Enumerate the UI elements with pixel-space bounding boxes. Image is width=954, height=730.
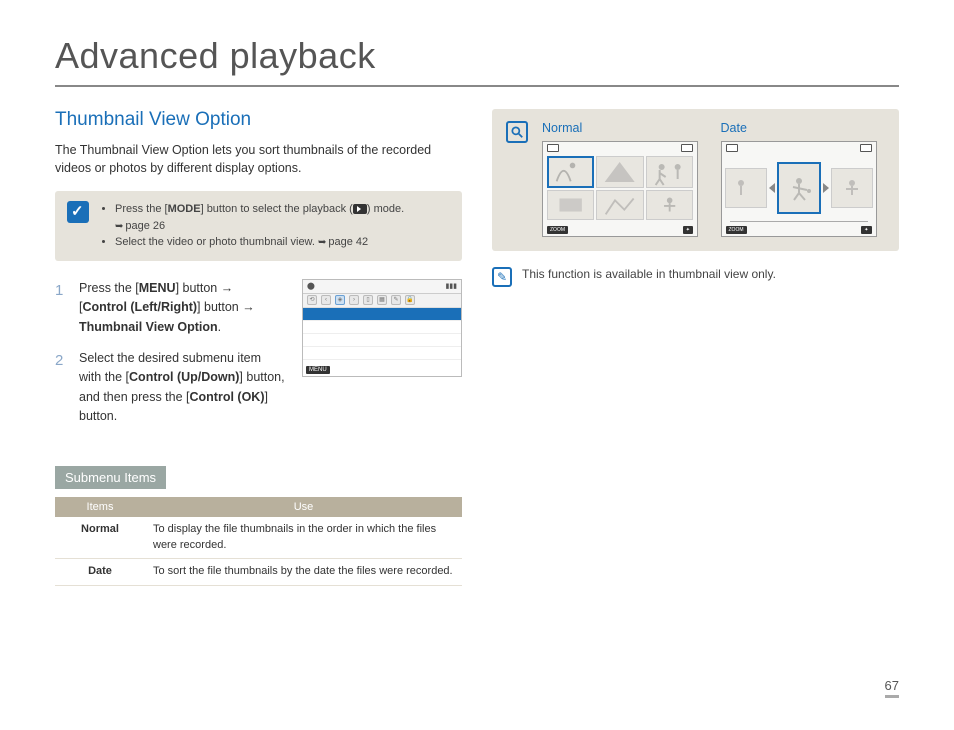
menu-tool-icon: ▦ [377,295,387,305]
section-heading: Thumbnail View Option [55,109,462,131]
zoom-label: ZOOM [547,226,568,234]
step-number: 2 [55,349,69,427]
rec-icon [547,144,559,152]
page-title: Advanced playback [55,35,899,87]
page-number: 67 [885,678,899,698]
menu-tool-icon: › [349,295,359,305]
submenu-heading: Submenu Items [55,466,166,489]
thumbnail [547,190,594,220]
table-cell-use: To sort the file thumbnails by the date … [145,559,462,585]
table-cell-item: Date [55,559,145,585]
step-1: 1 Press the [MENU] button → [Control (Le… [55,279,286,337]
scroll-line [730,221,868,222]
left-column: Thumbnail View Option The Thumbnail View… [55,109,462,586]
thumbnail [831,168,873,208]
table-row: Normal To display the file thumbnails in… [55,517,462,558]
menu-statusbar: ⬤ ▮▮▮ [303,280,461,294]
table-row: Date To sort the file thumbnails by the … [55,559,462,585]
thumbnail [596,156,643,188]
arrow-left-icon [769,183,775,193]
thumbnail [725,168,767,208]
menu-row [303,334,461,347]
thumbnail [646,156,693,188]
thumb-screen-date: ZOOM ✦ [721,141,877,237]
intro-text: The Thumbnail View Option lets you sort … [55,141,462,177]
battery-icon [860,144,872,152]
rec-icon: ⬤ [307,282,315,290]
table-header-row: Items Use [55,497,462,517]
thumbnail [596,190,643,220]
example-box: Normal ZOOM ✦ Date [492,109,899,251]
zoom-label: ZOOM [726,226,747,234]
table-cell-item: Normal [55,517,145,558]
menu-screenshot: ⬤ ▮▮▮ ⟲ ‹ ◈ › ▯ ▦ ✎ 🔒 [302,279,462,377]
nav-icon: ✦ [683,226,693,234]
nav-icon: ✦ [861,226,871,234]
thumb-screen-normal: ZOOM ✦ [542,141,698,237]
menu-row [303,321,461,334]
menu-tool-icon: ⟲ [307,295,317,305]
menu-tool-icon: ‹ [321,295,331,305]
note-list: Press the [MODE] button to select the pl… [101,201,404,251]
menu-toolbar: ⟲ ‹ ◈ › ▯ ▦ ✎ 🔒 [303,294,461,308]
arrow-right-icon [823,183,829,193]
thumbnail [646,190,693,220]
table-header: Use [145,497,462,517]
submenu-table: Items Use Normal To display the file thu… [55,497,462,585]
table-header: Items [55,497,145,517]
step-number: 1 [55,279,69,337]
example-date: Date ZOOM ✦ [721,121,886,237]
note-box: Press the [MODE] button to select the pl… [55,191,462,261]
pencil-icon: ✎ [492,267,512,287]
thumbnail-selected [777,162,821,214]
example-label: Date [721,121,886,135]
note-item-2: Select the video or photo thumbnail view… [115,234,404,251]
page-ref-2: page 42 [318,236,368,248]
menu-footer-label: MENU [306,366,330,374]
menu-row [303,347,461,360]
note-item-1: Press the [MODE] button to select the pl… [115,201,404,234]
page-ref-1: page 26 [115,220,165,232]
thumbnail [547,156,594,188]
example-label: Normal [542,121,707,135]
menu-tool-icon: ✎ [391,295,401,305]
playback-icon [353,204,367,214]
menu-row-active [303,308,461,321]
checkmark-icon [67,201,89,223]
example-normal: Normal ZOOM ✦ [542,121,707,237]
footnote-text: This function is available in thumbnail … [522,267,776,281]
right-column: Normal ZOOM ✦ Date [492,109,899,586]
battery-icon [681,144,693,152]
magnifier-icon [506,121,528,143]
menu-tool-icon: ▯ [363,295,373,305]
battery-icon: ▮▮▮ [445,282,457,290]
rec-icon [726,144,738,152]
menu-tool-icon: ◈ [335,295,345,305]
step-2: 2 Select the desired submenu item with t… [55,349,286,427]
footnote: ✎ This function is available in thumbnai… [492,267,899,287]
menu-tool-icon: 🔒 [405,295,415,305]
table-cell-use: To display the file thumbnails in the or… [145,517,462,558]
